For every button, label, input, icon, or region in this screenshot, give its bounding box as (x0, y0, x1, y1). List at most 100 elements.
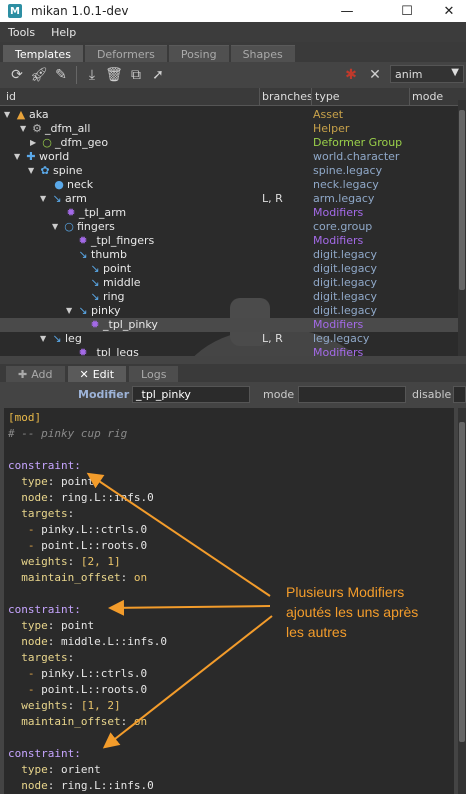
tree-row[interactable]: ↘ ring digit.legacy (0, 290, 460, 304)
code-line: maintain_offset: on (21, 571, 148, 584)
tree-row-type: digit.legacy (313, 276, 377, 289)
tab-add[interactable]: ✚ Add (6, 366, 65, 382)
tree-row[interactable]: ✹ _tpl_arm Modifiers (0, 206, 460, 220)
tree-row[interactable]: ↘ thumb digit.legacy (0, 248, 460, 262)
tree-row-name: _tpl_fingers (91, 234, 155, 247)
tree-row-name: _dfm_all (45, 122, 91, 135)
tree-row[interactable]: ▼ ○ fingers core.group (0, 220, 460, 234)
tree-row[interactable]: ▼ ✿ spine spine.legacy (0, 164, 460, 178)
menu-tools[interactable]: Tools (0, 26, 43, 39)
tree-row-name: leg (65, 332, 82, 345)
editor-tabs: ✚ Add ✕ Edit Logs (0, 364, 466, 382)
tree-row-type: world.character (313, 150, 400, 163)
expand-arrow-icon[interactable]: ▼ (40, 192, 50, 206)
code-line: [mod] (8, 410, 41, 426)
tree-row-type: leg.legacy (313, 332, 370, 345)
editor-scrollbar[interactable] (458, 408, 466, 794)
tree-row-branches: L, R (262, 192, 283, 205)
column-mode[interactable]: mode (412, 90, 443, 103)
node-icon: ↘ (52, 192, 62, 205)
mode-dropdown[interactable]: anim ▼ (390, 65, 464, 83)
mode-dropdown-value: anim (395, 67, 423, 81)
tab-logs[interactable]: Logs (129, 366, 179, 382)
tab-deformers[interactable]: Deformers (84, 45, 167, 62)
node-icon: ⚙ (32, 122, 42, 135)
maximize-button[interactable]: ☐ (390, 0, 424, 22)
expand-arrow-icon[interactable]: ▼ (28, 164, 38, 178)
menu-help[interactable]: Help (43, 26, 84, 39)
tree-row[interactable]: ▼ ↘ leg L, R leg.legacy (0, 332, 460, 346)
tools-icon[interactable]: ✕ (364, 65, 386, 85)
tree-row[interactable]: ✹ _tpl_pinky Modifiers (0, 318, 460, 332)
column-type[interactable]: type (315, 90, 340, 103)
refresh-icon[interactable]: ⟳ (6, 65, 28, 85)
expand-arrow-icon[interactable]: ▼ (66, 304, 76, 318)
node-icon: ✹ (66, 206, 76, 219)
modifier-name-field[interactable]: _tpl_pinky (132, 386, 250, 403)
rocket-icon[interactable]: 🚀︎ (28, 65, 50, 85)
column-divider (311, 88, 312, 106)
code-line: node: ring.L::infs.0 (21, 779, 154, 792)
tree-row-name: world (39, 150, 70, 163)
title-bar: M mikan 1.0.1-dev — ☐ ✕ (0, 0, 466, 22)
tree-row[interactable]: ▶ ○ _dfm_geo Deformer Group (0, 136, 460, 150)
tree-row[interactable]: ▼ ⚙ _dfm_all Helper (0, 122, 460, 136)
expand-arrow-icon[interactable]: ▼ (40, 332, 50, 346)
tab-edit[interactable]: ✕ Edit (67, 366, 127, 382)
tab-templates[interactable]: Templates (3, 45, 83, 62)
expand-arrow-icon[interactable]: ▼ (14, 150, 24, 164)
tree-row[interactable]: ✹ _tpl_fingers Modifiers (0, 234, 460, 248)
tree-row[interactable]: ▼ ▲ aka Asset (0, 108, 460, 122)
column-id[interactable]: id (6, 90, 16, 103)
tree-row[interactable]: ✹ _tpl_legs Modifiers (0, 346, 460, 356)
close-button[interactable]: ✕ (432, 0, 466, 22)
code-line: - point.L::roots.0 (27, 683, 148, 696)
tree-scrollbar[interactable] (458, 100, 466, 356)
tree-row-type: Modifiers (313, 346, 364, 356)
scrollbar-thumb[interactable] (459, 422, 465, 742)
code-line: - point.L::roots.0 (27, 539, 148, 552)
tree-row[interactable]: ↘ middle digit.legacy (0, 276, 460, 290)
tree-row[interactable]: ▼ ✚ world world.character (0, 150, 460, 164)
annotation-line: les autres (286, 624, 347, 640)
tab-posing[interactable]: Posing (168, 45, 229, 62)
code-key: constraint: (8, 747, 81, 760)
disable-checkbox[interactable] (453, 386, 466, 403)
tree-row-type: digit.legacy (313, 262, 377, 275)
expand-arrow-icon[interactable]: ▼ (52, 220, 62, 234)
node-icon: ✚ (26, 150, 36, 163)
trash-icon[interactable]: 🗑︎ (103, 65, 125, 85)
column-branches[interactable]: branches (262, 90, 313, 103)
code-line: weights: [2, 1] (21, 555, 121, 568)
template-tree[interactable]: id branches type mode ▼ ▲ aka Asset ▼ ⚙ _dfm_a… (0, 88, 466, 356)
tab-shapes[interactable]: Shapes (230, 45, 295, 62)
tree-row-name: pinky (91, 304, 121, 317)
scrollbar-thumb[interactable] (459, 110, 465, 290)
duplicate-icon[interactable]: ⧉ (125, 65, 147, 85)
tree-row[interactable]: ▼ ↘ pinky digit.legacy (0, 304, 460, 318)
tree-row-type: arm.legacy (313, 192, 375, 205)
node-icon: ↘ (52, 332, 62, 345)
code-value: point.L::roots.0 (41, 539, 148, 552)
brush-icon[interactable]: ✎ (50, 65, 72, 85)
bug-icon[interactable]: ✱ (340, 65, 362, 85)
node-icon: ● (54, 178, 64, 191)
tree-row[interactable]: ● neck neck.legacy (0, 178, 460, 192)
tree-row[interactable]: ↘ point digit.legacy (0, 262, 460, 276)
tree-row[interactable]: ▼ ↘ arm L, R arm.legacy (0, 192, 460, 206)
node-icon: ↘ (78, 304, 88, 317)
code-line: node: ring.L::infs.0 (21, 491, 154, 504)
node-icon: ○ (42, 136, 52, 149)
mode-field[interactable] (298, 386, 406, 403)
expand-arrow-icon[interactable]: ▼ (20, 122, 30, 136)
code-line: - pinky.L::ctrls.0 (27, 523, 148, 536)
tree-row-branches: L, R (262, 332, 283, 345)
column-divider (409, 88, 410, 106)
expand-arrow-icon[interactable]: ▼ (4, 108, 14, 122)
tree-row-name: _tpl_pinky (103, 318, 158, 331)
tree-row-name: fingers (77, 220, 115, 233)
collapse-arrow-icon[interactable]: ▶ (30, 136, 40, 150)
minimize-button[interactable]: — (330, 0, 364, 22)
cursor-icon[interactable]: ➚ (147, 65, 169, 85)
import-icon[interactable]: ⤓ (81, 65, 103, 85)
